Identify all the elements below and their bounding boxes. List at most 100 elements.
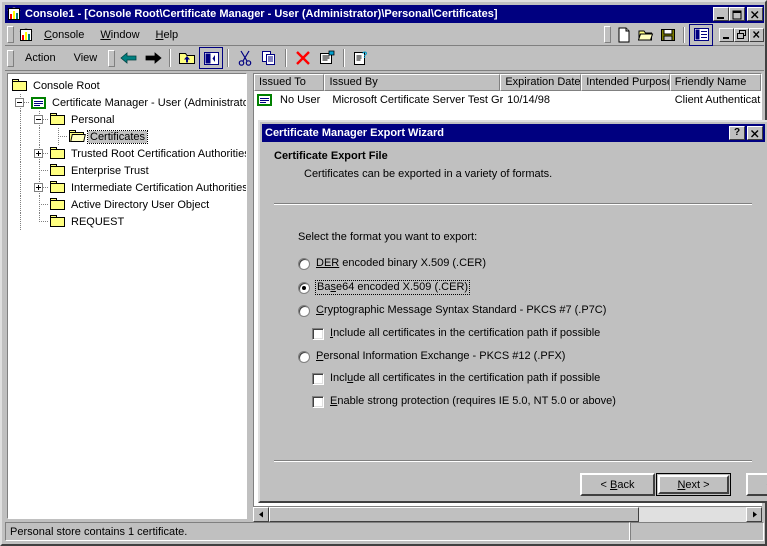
format-radio-option[interactable]: Cryptographic Message Syntax Standard - … bbox=[298, 304, 606, 317]
format-checkbox-option[interactable]: Include all certificates in the certific… bbox=[312, 327, 600, 340]
new-console-icon[interactable] bbox=[613, 25, 635, 45]
listview-column-header[interactable]: Issued By bbox=[324, 74, 501, 91]
folder-open-icon bbox=[68, 129, 86, 145]
toolbar-view-menu[interactable]: View bbox=[65, 52, 107, 64]
status-message: Personal store contains 1 certificate. bbox=[5, 522, 630, 541]
table-row[interactable]: No User Microsoft Certificate Server Test… bbox=[254, 91, 761, 109]
child-minimize-icon[interactable] bbox=[719, 27, 734, 42]
console-tree-pane[interactable]: Console Root Certificate Manager - User (… bbox=[7, 73, 247, 519]
certificate-export-wizard-dialog: Certificate Manager Export Wizard ? Cert… bbox=[258, 120, 767, 503]
save-console-icon[interactable] bbox=[657, 25, 679, 45]
tree-indent-guide bbox=[30, 111, 49, 128]
tree-indent-guide bbox=[11, 196, 30, 213]
folder-icon bbox=[49, 180, 67, 196]
tree-indent-guide bbox=[11, 128, 30, 145]
cell-issued-to: No User bbox=[280, 94, 321, 106]
tree-node[interactable]: Intermediate Certification Authorities bbox=[11, 179, 246, 196]
next-button[interactable]: Next > bbox=[656, 473, 731, 496]
menu-console-label: onsole bbox=[51, 28, 85, 41]
tree-node-label: Console Root bbox=[33, 79, 100, 92]
tree-collapse-icon[interactable] bbox=[15, 98, 24, 107]
up-one-level-icon[interactable] bbox=[175, 47, 199, 69]
tree-node[interactable]: REQUEST bbox=[11, 213, 246, 230]
toolbar-gripper-2[interactable] bbox=[108, 49, 116, 67]
format-prompt-label: Select the format you want to export: bbox=[298, 231, 478, 243]
option-label: Base64 encoded X.509 (.CER) bbox=[314, 280, 471, 295]
delete-icon[interactable] bbox=[291, 47, 315, 69]
back-button[interactable]: < Back bbox=[580, 473, 655, 496]
tree-expand-icon[interactable] bbox=[34, 149, 43, 158]
certificate-icon bbox=[256, 92, 274, 108]
format-radio-option[interactable]: DER encoded binary X.509 (.CER) bbox=[298, 257, 486, 270]
radio-button[interactable] bbox=[298, 351, 310, 363]
tree-indent-guide bbox=[11, 213, 30, 230]
format-checkbox-option[interactable]: Enable strong protection (requires IE 5.… bbox=[312, 395, 616, 408]
listview-column-header[interactable]: Issued To bbox=[254, 74, 325, 91]
forward-arrow-icon[interactable] bbox=[141, 47, 165, 69]
child-restore-icon[interactable] bbox=[734, 27, 749, 42]
scroll-thumb[interactable] bbox=[269, 507, 639, 522]
dialog-help-icon[interactable]: ? bbox=[729, 126, 745, 140]
toolbar-separator-2 bbox=[227, 49, 230, 67]
listview-hscrollbar[interactable] bbox=[253, 506, 762, 522]
cut-icon[interactable] bbox=[233, 47, 257, 69]
scroll-right-arrow-icon[interactable] bbox=[746, 507, 762, 522]
tree-node[interactable]: Active Directory User Object bbox=[11, 196, 246, 213]
format-checkbox-option[interactable]: Include all certificates in the certific… bbox=[312, 372, 600, 385]
format-radio-option[interactable]: Base64 encoded X.509 (.CER) bbox=[298, 280, 471, 295]
tree-node[interactable]: Certificate Manager - User (Administrato… bbox=[11, 94, 246, 111]
properties-icon[interactable] bbox=[315, 47, 339, 69]
tree-expand-icon[interactable] bbox=[34, 183, 43, 192]
tree-collapse-icon[interactable] bbox=[34, 115, 43, 124]
radio-button[interactable] bbox=[298, 258, 310, 270]
scroll-left-arrow-icon[interactable] bbox=[253, 507, 269, 522]
toolbar-gripper[interactable] bbox=[7, 49, 14, 67]
menu-gripper[interactable] bbox=[7, 26, 14, 43]
checkbox[interactable] bbox=[312, 396, 324, 408]
tree-node[interactable]: Certificates bbox=[11, 128, 246, 145]
dialog-close-icon[interactable] bbox=[747, 126, 763, 140]
checkbox[interactable] bbox=[312, 373, 324, 385]
radio-button[interactable] bbox=[298, 282, 310, 294]
tree-indent-guide bbox=[30, 162, 49, 179]
tree-node-label: Enterprise Trust bbox=[71, 164, 149, 177]
show-hide-tree-icon[interactable] bbox=[689, 23, 713, 46]
help-icon[interactable]: ? bbox=[349, 47, 373, 69]
menu-window[interactable]: Window bbox=[92, 27, 147, 43]
menu-right-gripper[interactable] bbox=[604, 26, 611, 43]
mdi-child-buttons bbox=[719, 27, 764, 42]
listview-column-header[interactable]: Intended Purposes bbox=[581, 74, 670, 91]
menu-console[interactable]: Console bbox=[36, 27, 92, 43]
show-hide-console-tree-icon[interactable] bbox=[199, 47, 224, 69]
tree-node[interactable]: Console Root bbox=[11, 77, 246, 94]
radio-button[interactable] bbox=[298, 305, 310, 317]
checkbox[interactable] bbox=[312, 328, 324, 340]
tree-indent-guide bbox=[49, 128, 68, 145]
tree-node[interactable]: Enterprise Trust bbox=[11, 162, 246, 179]
tree-node[interactable]: Personal bbox=[11, 111, 246, 128]
close-icon[interactable] bbox=[747, 7, 763, 21]
maximize-icon[interactable] bbox=[729, 7, 745, 21]
copy-icon[interactable] bbox=[257, 47, 281, 69]
toolbar-action-menu[interactable]: Action bbox=[16, 52, 65, 64]
dialog-header: Certificate Export File Certificates can… bbox=[274, 150, 744, 180]
tree-indent-guide bbox=[30, 145, 49, 162]
menu-help[interactable]: Help bbox=[148, 27, 187, 43]
listview-column-header[interactable]: Expiration Date bbox=[500, 74, 582, 91]
folder-icon bbox=[49, 163, 67, 179]
format-radio-option[interactable]: Personal Information Exchange - PKCS #12… bbox=[298, 350, 565, 363]
menu-bar: Console Window Help bbox=[5, 23, 764, 46]
dialog-heading: Certificate Export File bbox=[274, 150, 388, 162]
minimize-icon[interactable] bbox=[713, 7, 729, 21]
tree-indent-guide bbox=[11, 179, 30, 196]
tree-indent-guide bbox=[11, 111, 30, 128]
cancel-button[interactable]: Cancel bbox=[746, 473, 767, 496]
button-label: < Back bbox=[600, 478, 635, 491]
back-arrow-icon[interactable] bbox=[117, 47, 141, 69]
scroll-track[interactable] bbox=[639, 507, 746, 522]
child-close-icon[interactable] bbox=[749, 27, 764, 42]
listview-column-header[interactable]: Friendly Name bbox=[669, 74, 761, 91]
status-bar: Personal store contains 1 certificate. bbox=[5, 522, 764, 541]
open-console-icon[interactable] bbox=[635, 25, 657, 45]
tree-node[interactable]: Trusted Root Certification Authorities bbox=[11, 145, 246, 162]
